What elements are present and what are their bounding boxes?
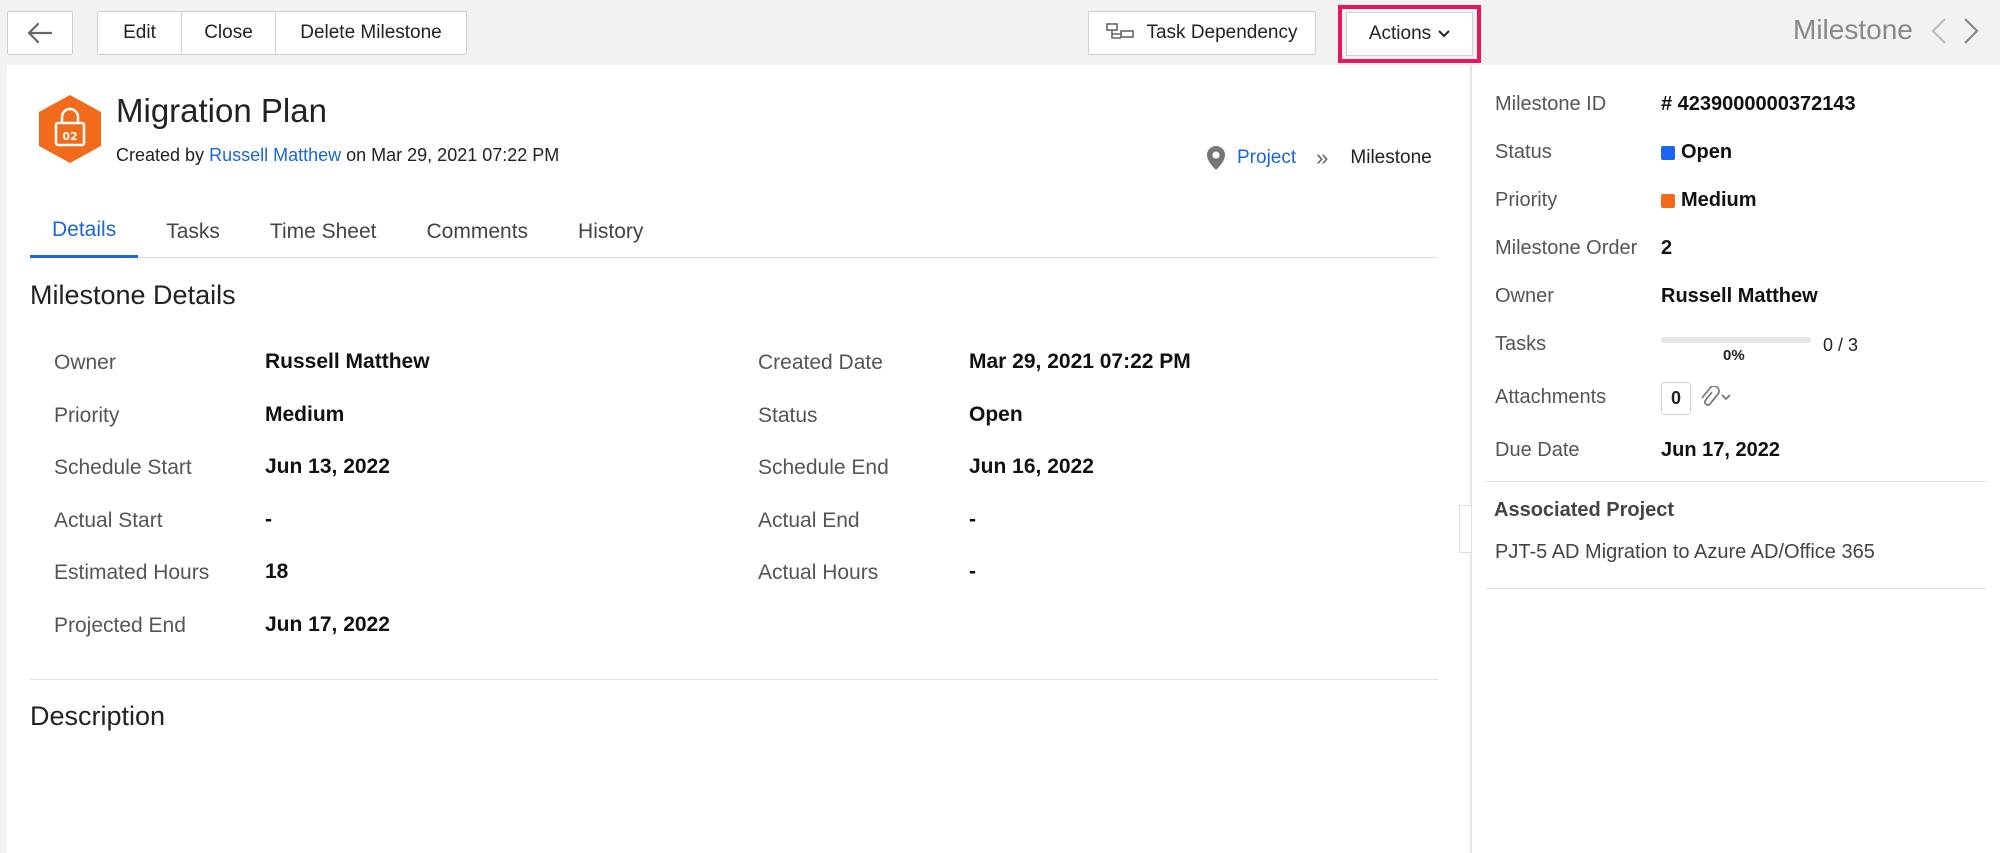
side-label-priority: Priority: [1495, 189, 1558, 211]
detail-label-status: Status: [758, 404, 818, 427]
tab-history[interactable]: History: [556, 205, 665, 258]
tasks-count: 0 / 3: [1823, 335, 1859, 355]
page-title: Migration Plan: [116, 92, 327, 129]
detail-value-actual-hours: -: [969, 560, 976, 583]
action-button-group: Edit Close Delete Milestone: [97, 11, 467, 55]
side-value-milestone-order: 2: [1661, 237, 1673, 259]
toolbar: Edit Close Delete Milestone Task Depende…: [0, 0, 2000, 65]
side-label-milestone-id: Milestone ID: [1495, 93, 1607, 115]
description-heading: Description: [30, 701, 166, 731]
tab-comments[interactable]: Comments: [405, 205, 551, 258]
detail-label-schedule-end: Schedule End: [758, 456, 889, 479]
detail-value-schedule-end: Jun 16, 2022: [969, 455, 1094, 478]
task-dependency-label: Task Dependency: [1146, 22, 1298, 43]
actions-label: Actions: [1368, 23, 1432, 44]
close-button[interactable]: Close: [182, 12, 276, 54]
logo-text: 02: [62, 130, 77, 143]
arrow-left-icon: [27, 22, 53, 44]
side-label-due-date: Due Date: [1495, 439, 1580, 461]
detail-label-actual-start: Actual Start: [54, 509, 163, 532]
detail-value-schedule-start: Jun 13, 2022: [265, 455, 390, 478]
detail-label-created-date: Created Date: [758, 351, 883, 374]
back-button[interactable]: [7, 11, 73, 55]
detail-label-actual-end: Actual End: [758, 509, 860, 532]
detail-label-owner: Owner: [54, 351, 116, 374]
associated-project-value: PJT-5 AD Migration to Azure AD/Office 36…: [1495, 541, 1875, 563]
side-value-owner: Russell Matthew: [1661, 285, 1818, 307]
detail-label-priority: Priority: [54, 404, 120, 427]
attachments-count[interactable]: 0: [1661, 382, 1691, 415]
associated-project-heading: Associated Project: [1494, 499, 1675, 521]
detail-value-priority: Medium: [265, 403, 345, 426]
chevron-right-icon[interactable]: [1962, 17, 1980, 45]
side-divider: [1485, 481, 1987, 482]
side-value-milestone-id: # 4239000000372143: [1661, 93, 1856, 115]
tasks-progress-percent: 0%: [1723, 347, 1745, 364]
breadcrumb-project-link[interactable]: Project: [1237, 147, 1296, 169]
task-dependency-icon: [1106, 23, 1135, 39]
delete-milestone-button[interactable]: Delete Milestone: [276, 12, 466, 54]
detail-label-schedule-start: Schedule Start: [54, 456, 192, 479]
detail-value-status: Open: [969, 403, 1023, 426]
paperclip-icon: [1701, 385, 1731, 406]
tab-bar: Details Tasks Time Sheet Comments Histor…: [30, 205, 1438, 258]
detail-value-projected-end: Jun 17, 2022: [265, 613, 390, 636]
created-prefix: Created by: [116, 145, 205, 165]
actions-button[interactable]: Actions: [1346, 12, 1473, 56]
priority-color-icon: [1661, 193, 1675, 208]
tab-time-sheet[interactable]: Time Sheet: [248, 205, 399, 258]
created-suffix: on Mar 29, 2021 07:22 PM: [346, 145, 560, 165]
actions-highlight: Actions: [1338, 5, 1481, 63]
created-info: Created by Russell Matthew on Mar 29, 20…: [116, 145, 559, 166]
tasks-progress-bar: [1661, 337, 1811, 343]
side-label-tasks: Tasks: [1495, 333, 1547, 355]
detail-label-estimated-hours: Estimated Hours: [54, 561, 210, 584]
location-pin-icon: [1207, 146, 1225, 170]
milestone-summary-panel: Milestone ID # 4239000000372143 Status O…: [1471, 65, 2000, 853]
detail-label-projected-end: Projected End: [54, 614, 186, 637]
detail-value-owner: Russell Matthew: [265, 350, 430, 373]
side-value-priority: Medium: [1661, 189, 1757, 212]
side-label-attachments: Attachments: [1495, 386, 1607, 408]
nav-title: Milestone: [1793, 14, 1913, 45]
priority-text: Medium: [1681, 189, 1757, 211]
detail-value-actual-end: -: [969, 508, 976, 531]
milestone-logo-icon: 02: [39, 95, 101, 163]
breadcrumb: Project » Milestone: [1205, 145, 1432, 171]
side-label-milestone-order: Milestone Order: [1495, 237, 1638, 259]
side-value-due-date: Jun 17, 2022: [1661, 439, 1780, 461]
chevron-left-icon[interactable]: [1930, 17, 1948, 45]
task-dependency-button[interactable]: Task Dependency: [1088, 11, 1316, 55]
breadcrumb-separator: »: [1316, 145, 1329, 170]
side-label-owner: Owner: [1495, 285, 1554, 307]
detail-value-created-date: Mar 29, 2021 07:22 PM: [969, 350, 1191, 373]
section-divider: [30, 679, 1438, 680]
milestone-detail-card: 02 Migration Plan Created by Russell Mat…: [7, 65, 1493, 853]
breadcrumb-current: Milestone: [1350, 147, 1432, 168]
side-label-status: Status: [1495, 141, 1552, 163]
edit-button[interactable]: Edit: [98, 12, 182, 54]
detail-value-actual-start: -: [265, 508, 272, 531]
detail-value-estimated-hours: 18: [265, 560, 289, 583]
status-color-icon: [1661, 145, 1675, 160]
tab-tasks[interactable]: Tasks: [144, 205, 242, 258]
attachment-dropdown[interactable]: [1698, 385, 1736, 415]
status-text: Open: [1681, 141, 1733, 163]
detail-label-actual-hours: Actual Hours: [758, 561, 879, 584]
side-value-status: Open: [1661, 141, 1732, 164]
side-divider-bottom: [1485, 588, 1987, 589]
created-by-link[interactable]: Russell Matthew: [209, 145, 341, 165]
chevron-down-icon: [1438, 30, 1450, 38]
tab-details[interactable]: Details: [30, 205, 139, 258]
milestone-details-heading: Milestone Details: [30, 280, 236, 310]
